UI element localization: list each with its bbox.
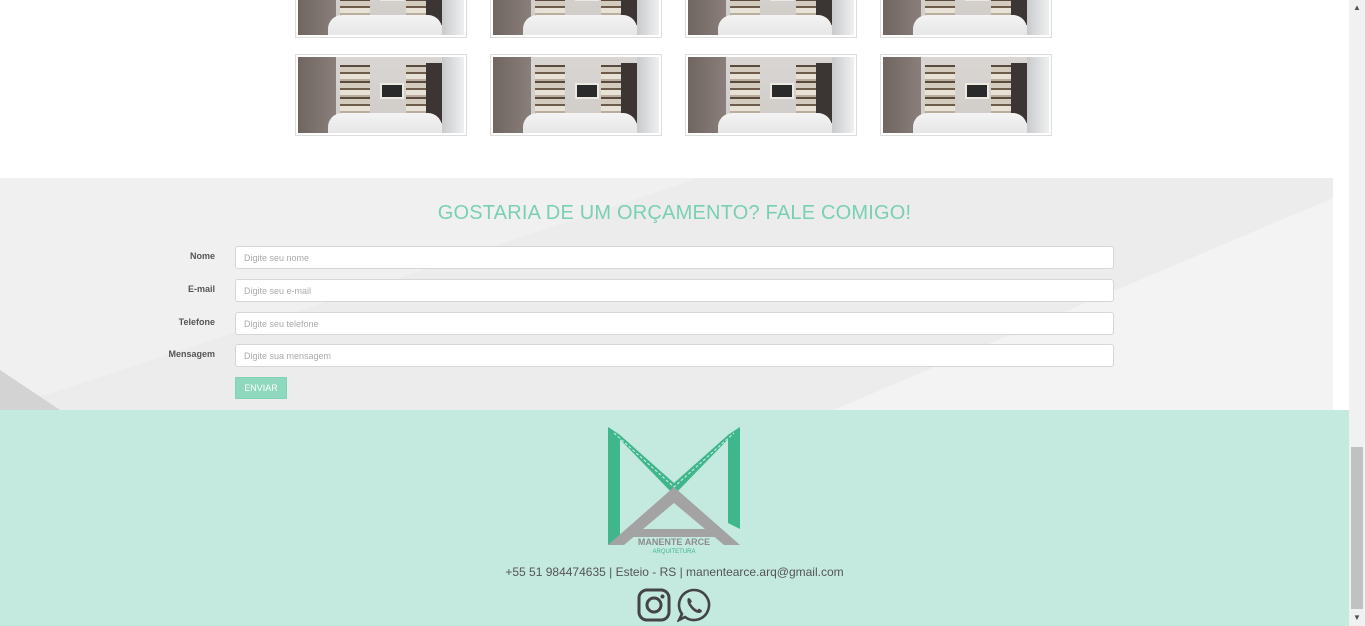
gallery-thumbnail[interactable]: [880, 54, 1052, 136]
message-label: Mensagem: [168, 349, 215, 359]
page: GOSTARIA DE UM ORÇAMENTO? FALE COMIGO! N…: [0, 0, 1349, 626]
gallery-thumbnail[interactable]: [685, 54, 857, 136]
contact-section: GOSTARIA DE UM ORÇAMENTO? FALE COMIGO! N…: [0, 178, 1349, 410]
bedroom-render-image: [298, 57, 464, 133]
background-shape: [0, 370, 60, 410]
contact-info: +55 51 984474635 | Esteio - RS | manente…: [505, 565, 844, 579]
email-row: E-mail: [0, 279, 1349, 302]
whatsapp-icon[interactable]: [677, 588, 711, 622]
name-row: Nome: [0, 246, 1349, 269]
vertical-scrollbar[interactable]: ▲ ▼: [1349, 0, 1365, 626]
gallery-thumbnail[interactable]: [685, 0, 857, 38]
email-input[interactable]: [235, 279, 1114, 302]
gallery-thumbnail[interactable]: [490, 0, 662, 38]
scrollbar-thumb[interactable]: [1351, 447, 1363, 609]
instagram-icon[interactable]: [637, 588, 671, 622]
logo-text: MANENTE ARCE: [638, 537, 710, 547]
bedroom-render-image: [493, 0, 659, 35]
scroll-up-arrow[interactable]: ▲: [1349, 0, 1365, 16]
background-shape: [833, 198, 1333, 410]
bedroom-render-image: [688, 0, 854, 35]
phone-input[interactable]: [235, 312, 1114, 335]
gallery-thumbnail[interactable]: [880, 0, 1052, 38]
email-label: E-mail: [187, 284, 215, 294]
bedroom-render-image: [688, 57, 854, 133]
bedroom-render-image: [883, 57, 1049, 133]
scroll-down-arrow[interactable]: ▼: [1349, 610, 1365, 626]
message-input[interactable]: [235, 344, 1114, 367]
send-button[interactable]: ENVIAR: [235, 377, 287, 399]
footer: MANENTE ARCE ARQUITETURA +55 51 98447463…: [0, 410, 1349, 626]
message-row: Mensagem: [0, 344, 1349, 367]
bedroom-render-image: [298, 0, 464, 35]
contact-title: GOSTARIA DE UM ORÇAMENTO? FALE COMIGO!: [437, 202, 912, 224]
name-label: Nome: [189, 251, 215, 261]
logo-subtext: ARQUITETURA: [652, 549, 695, 555]
gallery-thumbnail[interactable]: [490, 54, 662, 136]
gallery-thumbnail[interactable]: [295, 54, 467, 136]
phone-label: Telefone: [178, 317, 215, 327]
bedroom-render-image: [493, 57, 659, 133]
manente-arce-logo[interactable]: MANENTE ARCE ARQUITETURA: [606, 425, 742, 555]
gallery-thumbnail[interactable]: [295, 0, 467, 38]
bedroom-render-image: [883, 0, 1049, 35]
name-input[interactable]: [235, 246, 1114, 269]
phone-row: Telefone: [0, 312, 1349, 335]
